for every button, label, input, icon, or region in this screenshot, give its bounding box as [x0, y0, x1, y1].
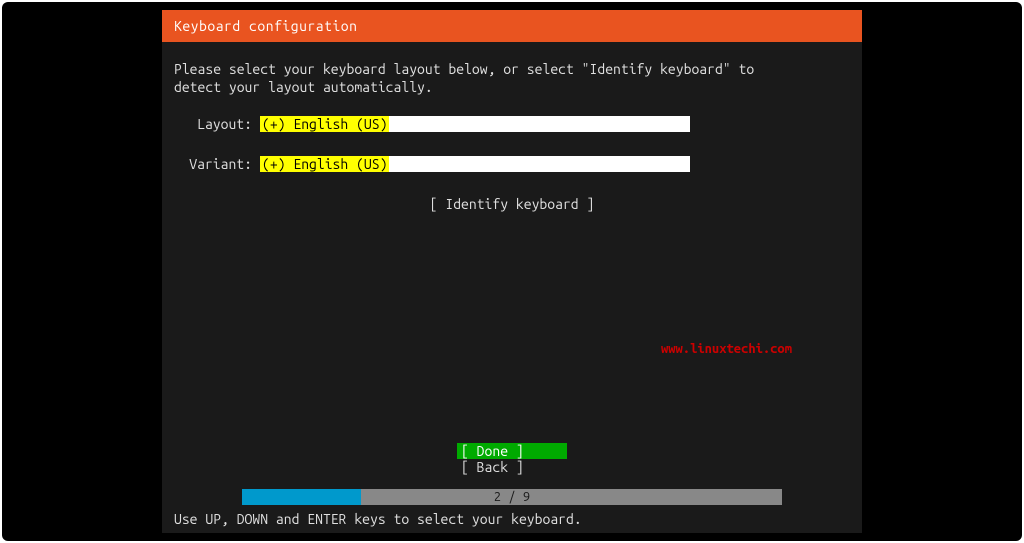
variant-label: Variant: [174, 156, 260, 172]
back-button[interactable]: [ Back ] [457, 459, 567, 475]
variant-dropdown[interactable]: (+) English (US) [260, 156, 690, 172]
progress-section: 2 / 9 [174, 489, 850, 505]
progress-fill [242, 489, 361, 505]
layout-value: (+) English (US) [260, 116, 389, 132]
progress-text: 2 / 9 [494, 490, 530, 504]
instruction-text: Please select your keyboard layout below… [174, 60, 850, 96]
variant-tail [389, 156, 690, 172]
header-bar: Keyboard configuration [162, 10, 862, 42]
layout-row: Layout: (+) English (US) [174, 116, 850, 132]
layout-tail [389, 116, 690, 132]
variant-row: Variant: (+) English (US) [174, 156, 850, 172]
layout-label: Layout: [174, 116, 260, 132]
progress-bar: 2 / 9 [242, 489, 782, 505]
done-button[interactable]: [ Done ] [457, 443, 567, 459]
keyboard-hint: Use UP, DOWN and ENTER keys to select yo… [174, 511, 582, 527]
variant-value: (+) English (US) [260, 156, 389, 172]
page-title: Keyboard configuration [174, 18, 357, 34]
layout-dropdown[interactable]: (+) English (US) [260, 116, 690, 132]
identify-keyboard-button[interactable]: [ Identify keyboard ] [174, 196, 850, 212]
content-area: Please select your keyboard layout below… [162, 42, 862, 533]
watermark-text: www.linuxtechi.com [661, 342, 792, 356]
action-buttons: [ Done ] [ Back ] [457, 443, 567, 475]
installer-window: Keyboard configuration Please select you… [162, 10, 862, 533]
outer-frame: Keyboard configuration Please select you… [2, 2, 1022, 541]
